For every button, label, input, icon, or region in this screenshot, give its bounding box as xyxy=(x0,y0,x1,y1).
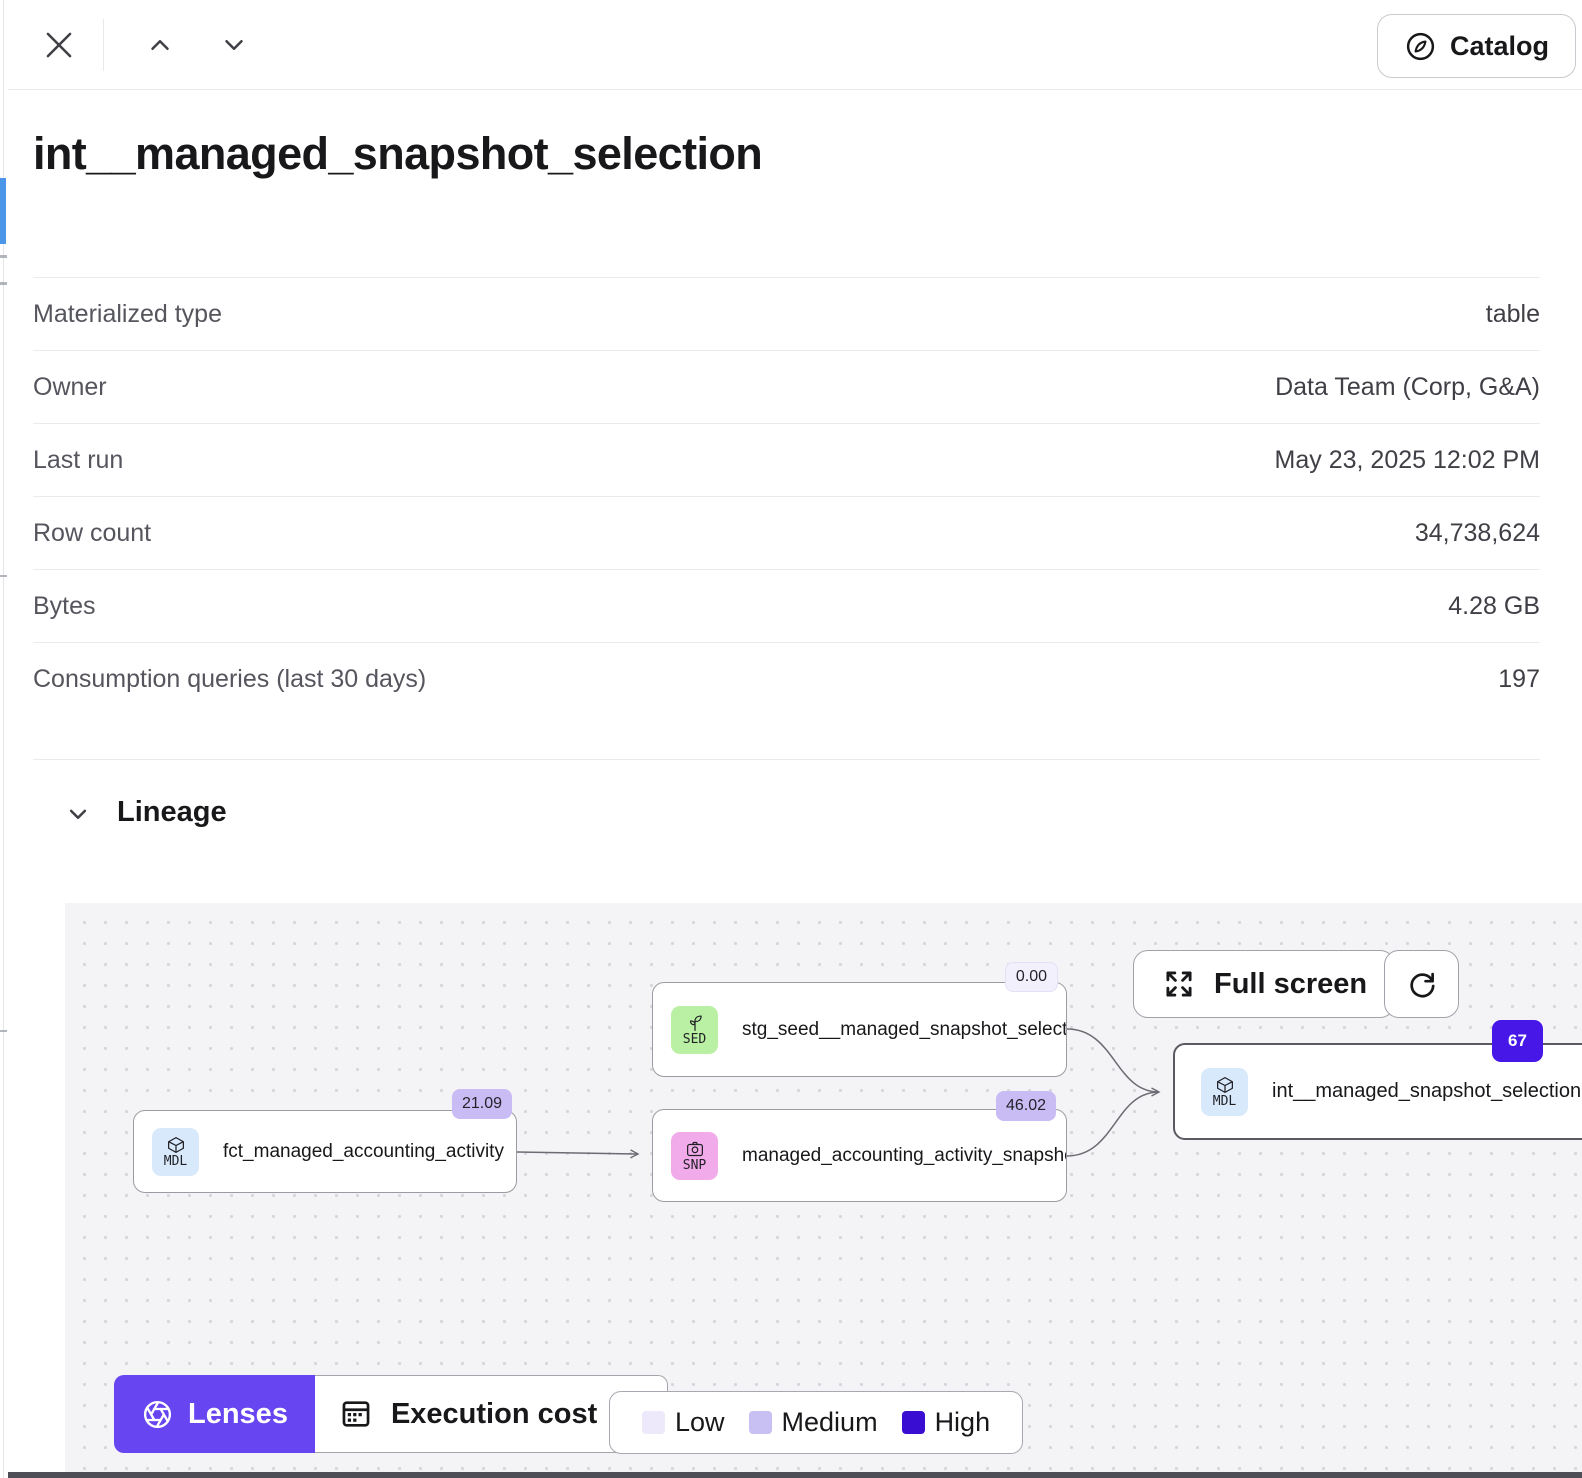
node-label: int__managed_snapshot_selection xyxy=(1272,1080,1581,1103)
cube-icon xyxy=(166,1136,186,1154)
lenses-button[interactable]: Lenses xyxy=(114,1375,315,1453)
legend-item-low: Low xyxy=(642,1407,725,1438)
toolbar: Catalog xyxy=(8,0,1582,90)
lineage-node-int-managed-snapshot-selection[interactable]: MDL int__managed_snapshot_selection 67 xyxy=(1173,1043,1582,1140)
metadata-value: 34,738,624 xyxy=(1415,519,1540,548)
seed-type-chip: SED xyxy=(671,1006,718,1054)
model-type-chip: MDL xyxy=(1201,1068,1248,1116)
metadata-label: Bytes xyxy=(33,592,96,621)
chevron-down-icon xyxy=(63,799,93,829)
metadata-table: Materialized type table Owner Data Team … xyxy=(33,277,1540,760)
metadata-value: table xyxy=(1486,300,1540,329)
fullscreen-button[interactable]: Full screen xyxy=(1133,950,1395,1018)
metadata-label: Row count xyxy=(33,519,151,548)
lineage-node-fct-managed-accounting-activity[interactable]: MDL fct_managed_accounting_activity 21.0… xyxy=(133,1110,517,1193)
node-type-label: SED xyxy=(683,1033,706,1046)
camera-icon xyxy=(685,1140,705,1158)
node-label: stg_seed__managed_snapshot_selecti... xyxy=(742,1019,1066,1041)
chevron-up-icon xyxy=(145,30,175,60)
metadata-spacer xyxy=(33,715,1540,760)
metadata-value: May 23, 2025 12:02 PM xyxy=(1275,446,1540,475)
node-type-label: MDL xyxy=(1213,1095,1236,1108)
legend-label: Medium xyxy=(782,1407,878,1438)
close-button[interactable] xyxy=(36,22,82,68)
underlying-page-fragment xyxy=(0,255,7,258)
next-item-button[interactable] xyxy=(211,22,257,68)
node-type-label: SNP xyxy=(683,1159,706,1172)
underlying-page-fragment xyxy=(0,282,7,285)
metadata-row-consumption-queries: Consumption queries (last 30 days) 197 xyxy=(33,642,1540,715)
fullscreen-button-label: Full screen xyxy=(1214,968,1367,1001)
execution-cost-badge: 21.09 xyxy=(452,1089,512,1119)
lineage-node-managed-accounting-activity-snapshot[interactable]: SNP managed_accounting_activity_snapshot… xyxy=(652,1109,1067,1202)
refresh-icon xyxy=(1405,967,1439,1001)
high-cost-swatch xyxy=(902,1411,925,1434)
bottom-edge-strip xyxy=(8,1472,1582,1478)
metadata-label: Owner xyxy=(33,373,107,402)
detail-panel: Catalog int__managed_snapshot_selection … xyxy=(0,0,1582,1478)
metadata-row-owner: Owner Data Team (Corp, G&A) xyxy=(33,350,1540,423)
compass-icon xyxy=(1404,30,1437,63)
node-label: managed_accounting_activity_snapshot xyxy=(742,1145,1066,1167)
chevron-down-icon xyxy=(219,30,249,60)
lineage-collapse-button[interactable] xyxy=(58,794,98,834)
metadata-value: 4.28 GB xyxy=(1448,592,1540,621)
metadata-label: Materialized type xyxy=(33,300,222,329)
toolbar-divider xyxy=(103,19,104,71)
table-icon xyxy=(339,1397,373,1431)
metadata-row-last-run: Last run May 23, 2025 12:02 PM xyxy=(33,423,1540,496)
previous-item-button[interactable] xyxy=(137,22,183,68)
underlying-page-fragment xyxy=(0,575,7,577)
medium-cost-swatch xyxy=(749,1411,772,1434)
legend-item-medium: Medium xyxy=(749,1407,878,1438)
refresh-button[interactable] xyxy=(1384,950,1459,1018)
cost-legend: Low Medium High xyxy=(609,1391,1023,1454)
legend-item-high: High xyxy=(902,1407,991,1438)
legend-label: High xyxy=(935,1407,991,1438)
aperture-icon xyxy=(141,1398,174,1431)
lineage-section-title: Lineage xyxy=(117,796,227,829)
catalog-button-label: Catalog xyxy=(1450,31,1549,62)
lenses-button-label: Lenses xyxy=(188,1398,288,1431)
node-type-label: MDL xyxy=(164,1155,187,1168)
underlying-page-fragment xyxy=(0,1030,7,1032)
lenses-control-group: Lenses Execution cost xyxy=(114,1375,668,1453)
catalog-button[interactable]: Catalog xyxy=(1377,14,1576,78)
execution-cost-badge: 67 xyxy=(1492,1020,1543,1062)
close-icon xyxy=(40,26,78,64)
metadata-row-bytes: Bytes 4.28 GB xyxy=(33,569,1540,642)
execution-cost-badge: 46.02 xyxy=(996,1091,1056,1121)
expand-icon xyxy=(1161,966,1197,1002)
lineage-node-stg-seed-managed-snapshot-selection[interactable]: SED stg_seed__managed_snapshot_selecti..… xyxy=(652,982,1067,1077)
node-label: fct_managed_accounting_activity xyxy=(223,1141,504,1163)
legend-label: Low xyxy=(675,1407,725,1438)
metadata-label: Last run xyxy=(33,446,123,475)
metadata-label: Consumption queries (last 30 days) xyxy=(33,665,426,694)
metadata-row-row-count: Row count 34,738,624 xyxy=(33,496,1540,569)
snapshot-type-chip: SNP xyxy=(671,1132,718,1180)
execution-cost-badge: 0.00 xyxy=(1005,962,1058,992)
lineage-canvas[interactable]: MDL fct_managed_accounting_activity 21.0… xyxy=(65,903,1582,1478)
cube-icon xyxy=(1215,1076,1235,1094)
metadata-value: Data Team (Corp, G&A) xyxy=(1275,373,1540,402)
model-type-chip: MDL xyxy=(152,1128,199,1176)
metadata-row-materialized-type: Materialized type table xyxy=(33,277,1540,350)
metadata-value: 197 xyxy=(1498,665,1540,694)
selected-lens-label: Execution cost xyxy=(391,1398,597,1431)
seedling-icon xyxy=(685,1014,705,1032)
low-cost-swatch xyxy=(642,1411,665,1434)
page-title: int__managed_snapshot_selection xyxy=(33,128,762,180)
underlying-page-accent xyxy=(0,178,6,244)
